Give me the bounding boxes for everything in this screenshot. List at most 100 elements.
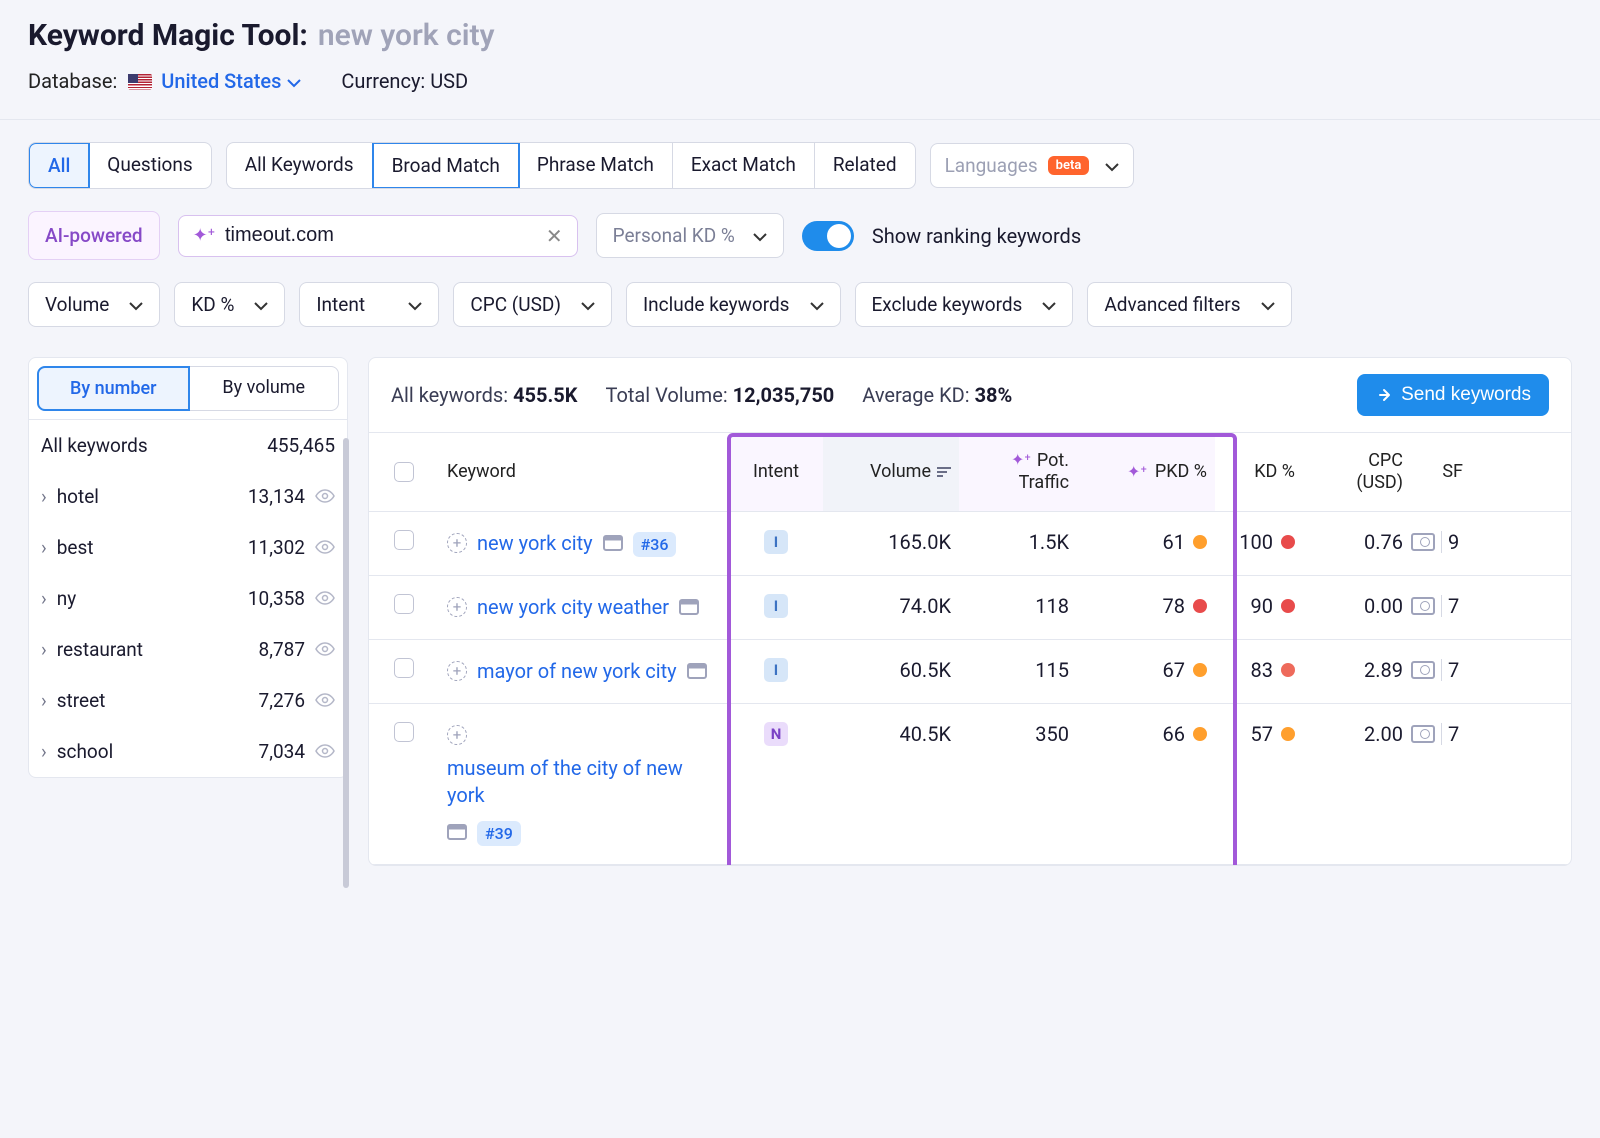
eye-icon[interactable] bbox=[315, 740, 335, 763]
eye-icon[interactable] bbox=[315, 638, 335, 661]
pkd-value: 66 bbox=[1163, 722, 1185, 746]
filter-kd[interactable]: KD % bbox=[174, 282, 285, 327]
filter-cpc[interactable]: CPC (USD) bbox=[453, 282, 612, 327]
col-kd[interactable]: KD % bbox=[1215, 433, 1303, 511]
rank-badge: #36 bbox=[633, 532, 677, 557]
serp-icon[interactable] bbox=[687, 663, 707, 679]
volume-value: 60.5K bbox=[823, 658, 959, 682]
row-checkbox[interactable] bbox=[394, 722, 414, 742]
serp-features-icon[interactable] bbox=[1411, 725, 1435, 743]
share-icon bbox=[1375, 386, 1393, 404]
row-checkbox[interactable] bbox=[394, 658, 414, 678]
add-icon[interactable]: + bbox=[447, 725, 467, 745]
scope-tabs: All Questions bbox=[28, 142, 212, 189]
filter-volume[interactable]: Volume bbox=[28, 282, 160, 327]
sidebar-item-count: 8,787 bbox=[259, 638, 305, 661]
sidebar-item[interactable]: ›best11,302 bbox=[29, 522, 347, 573]
kd-value: 83 bbox=[1251, 658, 1273, 682]
sidebar-item-label: hotel bbox=[57, 485, 99, 508]
eye-icon[interactable] bbox=[315, 689, 335, 712]
col-volume[interactable]: Volume bbox=[823, 433, 959, 511]
col-intent[interactable]: Intent bbox=[729, 433, 823, 511]
col-keyword[interactable]: Keyword bbox=[439, 433, 729, 511]
sidebar-item[interactable]: ›street7,276 bbox=[29, 675, 347, 726]
tab-related[interactable]: Related bbox=[815, 143, 915, 188]
select-all-checkbox[interactable] bbox=[394, 462, 414, 482]
row-checkbox[interactable] bbox=[394, 594, 414, 614]
col-pot-traffic[interactable]: ✦⁺Pot.Traffic bbox=[959, 433, 1077, 511]
filter-include[interactable]: Include keywords bbox=[626, 282, 841, 327]
serp-icon[interactable] bbox=[603, 535, 623, 551]
domain-input[interactable] bbox=[225, 224, 536, 247]
sidebar-all-keywords[interactable]: All keywords 455,465 bbox=[29, 419, 347, 471]
keyword-link[interactable]: new york city bbox=[477, 530, 593, 557]
languages-dropdown[interactable]: Languages beta bbox=[930, 143, 1135, 188]
keyword-link[interactable]: mayor of new york city bbox=[477, 658, 677, 685]
intent-badge: N bbox=[764, 722, 788, 746]
sidebar-item[interactable]: ›hotel13,134 bbox=[29, 471, 347, 522]
match-tabs: All Keywords Broad Match Phrase Match Ex… bbox=[226, 142, 916, 189]
keyword-link[interactable]: new york city weather bbox=[477, 594, 669, 621]
table-row: + mayor of new york city I 60.5K 115 67 … bbox=[369, 640, 1571, 704]
add-icon[interactable]: + bbox=[447, 533, 467, 553]
tab-broad-match[interactable]: Broad Match bbox=[372, 142, 520, 189]
tab-questions[interactable]: Questions bbox=[89, 143, 210, 188]
clear-icon[interactable]: ✕ bbox=[546, 224, 563, 248]
sparkles-icon: ✦⁺ bbox=[1127, 462, 1147, 481]
col-cpc[interactable]: CPC(USD) bbox=[1303, 433, 1411, 511]
col-sf[interactable]: SF bbox=[1411, 433, 1471, 511]
filter-advanced[interactable]: Advanced filters bbox=[1087, 282, 1291, 327]
sidebar-tab-by-number[interactable]: By number bbox=[37, 366, 190, 411]
pkd-value: 67 bbox=[1163, 658, 1185, 682]
kd-value: 57 bbox=[1251, 722, 1273, 746]
database-selector[interactable]: United States bbox=[161, 69, 301, 93]
difficulty-dot-icon bbox=[1281, 535, 1295, 549]
serp-features-icon[interactable] bbox=[1411, 533, 1435, 551]
col-pkd[interactable]: ✦⁺PKD % bbox=[1077, 433, 1215, 511]
page-title: Keyword Magic Tool: bbox=[28, 18, 308, 53]
filter-exclude[interactable]: Exclude keywords bbox=[855, 282, 1074, 327]
chevron-down-icon bbox=[810, 293, 824, 316]
sf-value: 9 bbox=[1448, 530, 1459, 554]
sidebar-item-label: street bbox=[57, 689, 106, 712]
difficulty-dot-icon bbox=[1281, 727, 1295, 741]
add-icon[interactable]: + bbox=[447, 597, 467, 617]
sidebar-item[interactable]: ›school7,034 bbox=[29, 726, 347, 777]
tab-all[interactable]: All bbox=[28, 142, 90, 189]
rank-badge: #39 bbox=[477, 821, 521, 846]
sidebar-tab-by-volume[interactable]: By volume bbox=[190, 366, 340, 411]
serp-features-icon[interactable] bbox=[1411, 661, 1435, 679]
send-keywords-button[interactable]: Send keywords bbox=[1357, 374, 1549, 416]
pot-traffic-value: 1.5K bbox=[959, 530, 1077, 554]
sidebar-item-label: best bbox=[57, 536, 94, 559]
cpc-value: 2.89 bbox=[1303, 658, 1411, 682]
sidebar-scrollbar[interactable] bbox=[342, 438, 350, 1138]
filter-intent[interactable]: Intent bbox=[299, 282, 439, 327]
difficulty-dot-icon bbox=[1193, 535, 1207, 549]
eye-icon[interactable] bbox=[315, 536, 335, 559]
volume-value: 40.5K bbox=[823, 722, 959, 746]
add-icon[interactable]: + bbox=[447, 661, 467, 681]
show-ranking-toggle[interactable] bbox=[802, 221, 854, 251]
tab-exact-match[interactable]: Exact Match bbox=[673, 143, 815, 188]
us-flag-icon bbox=[128, 74, 152, 90]
eye-icon[interactable] bbox=[315, 587, 335, 610]
sidebar-item[interactable]: ›restaurant8,787 bbox=[29, 624, 347, 675]
volume-value: 74.0K bbox=[823, 594, 959, 618]
serp-icon[interactable] bbox=[679, 599, 699, 615]
personal-kd-dropdown[interactable]: Personal KD % bbox=[596, 213, 784, 258]
sidebar-item-count: 11,302 bbox=[248, 536, 305, 559]
tab-all-keywords[interactable]: All Keywords bbox=[227, 143, 373, 188]
tab-phrase-match[interactable]: Phrase Match bbox=[519, 143, 673, 188]
keyword-link[interactable]: museum of the city of new york bbox=[447, 755, 721, 809]
serp-icon[interactable] bbox=[447, 824, 467, 840]
row-checkbox[interactable] bbox=[394, 530, 414, 550]
sidebar-item[interactable]: ›ny10,358 bbox=[29, 573, 347, 624]
eye-icon[interactable] bbox=[315, 485, 335, 508]
serp-features-icon[interactable] bbox=[1411, 597, 1435, 615]
pkd-value: 61 bbox=[1163, 530, 1185, 554]
sf-value: 7 bbox=[1448, 722, 1459, 746]
domain-input-wrapper[interactable]: ✦⁺ ✕ bbox=[178, 215, 578, 257]
chevron-down-icon bbox=[753, 224, 767, 247]
difficulty-dot-icon bbox=[1281, 663, 1295, 677]
